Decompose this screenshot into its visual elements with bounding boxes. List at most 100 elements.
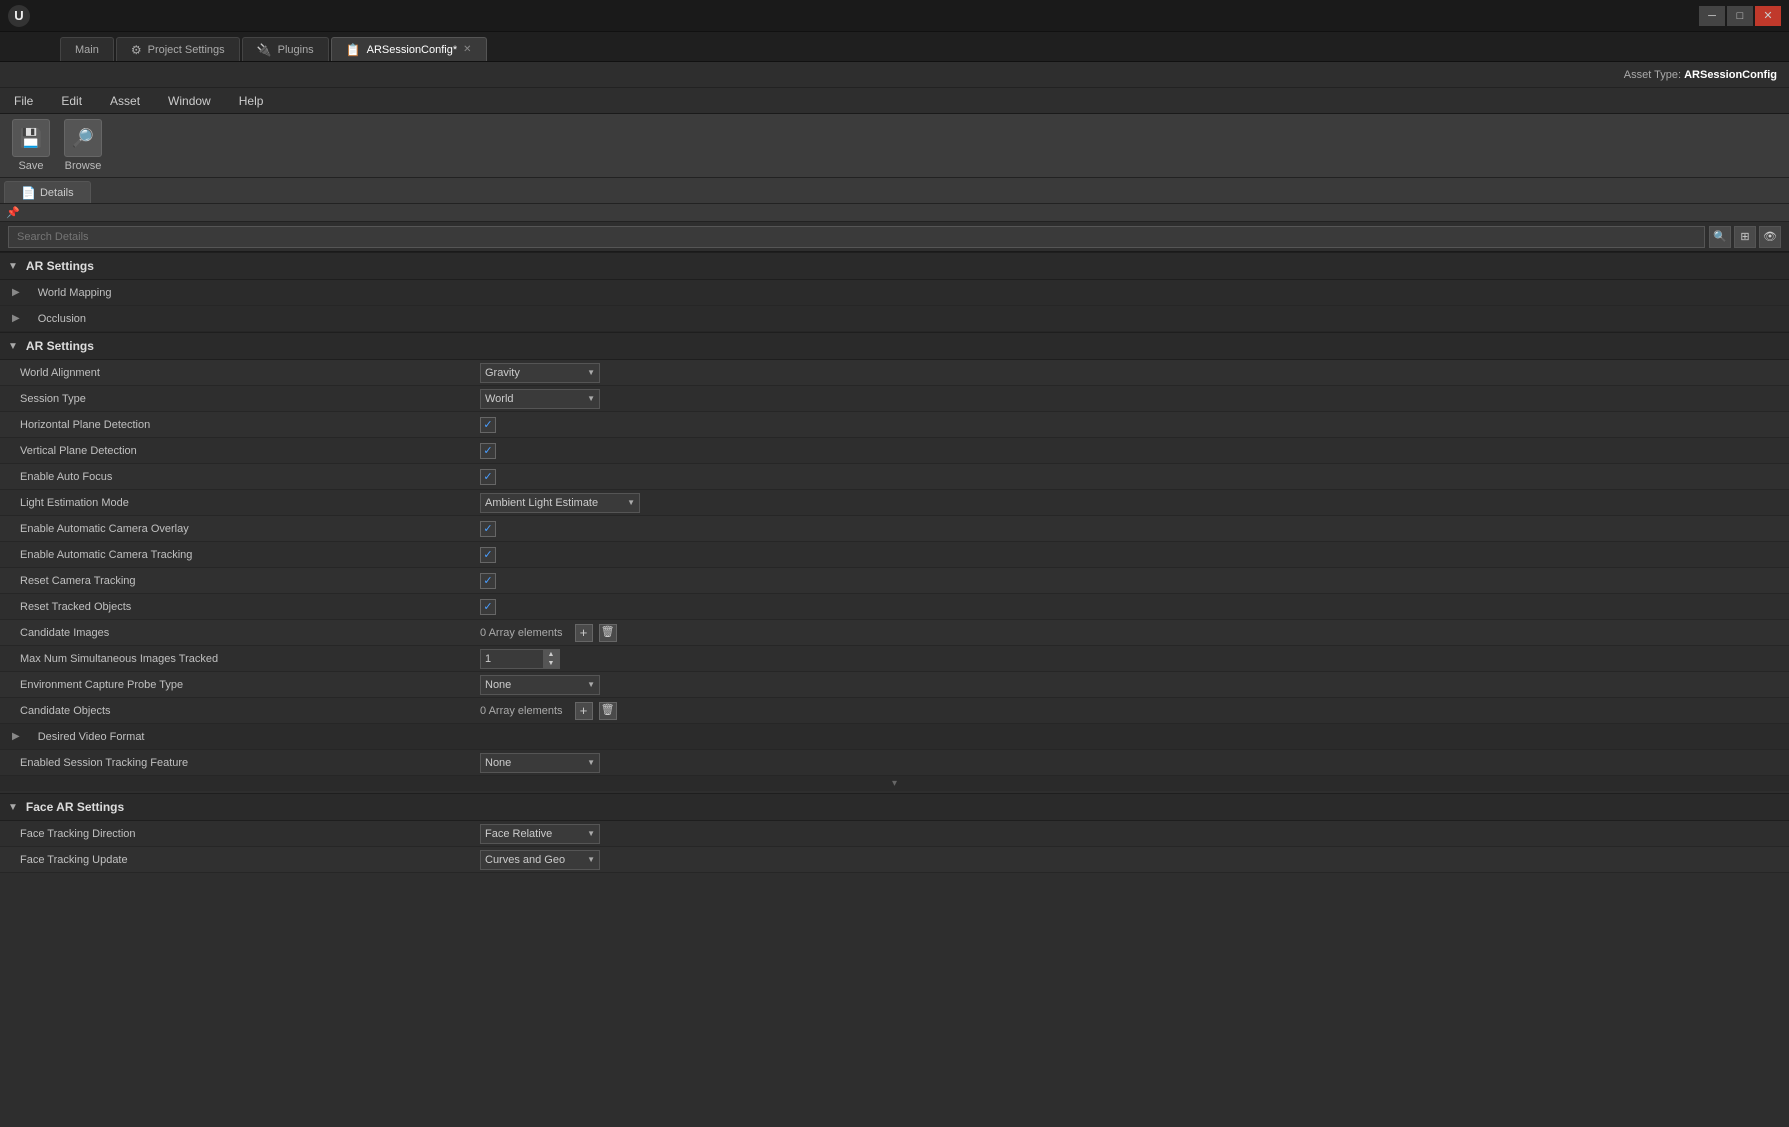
light-estimation-value: Ambient Light Estimate None Full Scene L… — [480, 493, 1789, 513]
ar-settings-1-arrow: ▼ — [8, 261, 18, 272]
menu-file[interactable]: File — [8, 92, 39, 110]
reset-camera-tracking-checkbox[interactable] — [480, 573, 496, 589]
tab-close-button[interactable]: ✕ — [463, 44, 471, 55]
auto-camera-tracking-label: Enable Automatic Camera Tracking — [0, 549, 480, 561]
face-tracking-update-row: Face Tracking Update Curves and Geo Curv… — [0, 847, 1789, 873]
max-num-images-value: ▲ ▼ — [480, 649, 1789, 669]
session-type-dropdown-wrapper: World Face Image — [480, 389, 600, 409]
menu-asset[interactable]: Asset — [104, 92, 146, 110]
session-type-label: Session Type — [0, 393, 480, 405]
vertical-plane-checkbox[interactable] — [480, 443, 496, 459]
auto-camera-tracking-value — [480, 547, 1789, 563]
auto-camera-overlay-checkbox[interactable] — [480, 521, 496, 537]
search-icon-button[interactable]: 🔍 — [1709, 226, 1731, 248]
candidate-objects-add-button[interactable]: + — [575, 702, 593, 720]
tab-main[interactable]: Main — [60, 37, 114, 61]
browse-label: Browse — [65, 160, 102, 172]
tab-ar-session[interactable]: 📋 ARSessionConfig* ✕ — [331, 37, 487, 61]
light-estimation-dropdown-wrapper: Ambient Light Estimate None Full Scene L… — [480, 493, 640, 513]
max-num-images-wrapper: ▲ ▼ — [480, 649, 560, 669]
candidate-objects-remove-button[interactable]: 🗑 — [599, 702, 617, 720]
grid-view-button[interactable]: ⊞ — [1734, 226, 1756, 248]
session-tracking-feature-label: Enabled Session Tracking Feature — [0, 757, 480, 769]
close-button[interactable]: ✕ — [1755, 6, 1781, 26]
ar-settings-section-2-header[interactable]: ▼ AR Settings — [0, 332, 1789, 360]
menu-window[interactable]: Window — [162, 92, 217, 110]
maximize-button[interactable]: □ — [1727, 6, 1753, 26]
light-estimation-row: Light Estimation Mode Ambient Light Esti… — [0, 490, 1789, 516]
save-button[interactable]: 💾 Save — [12, 119, 50, 172]
env-probe-select[interactable]: None Manual Automatic — [480, 675, 600, 695]
pin-row: 📌 — [0, 204, 1789, 222]
candidate-images-count: 0 Array elements — [480, 627, 563, 639]
num-spin: ▲ ▼ — [543, 650, 559, 668]
enable-auto-focus-checkbox[interactable] — [480, 469, 496, 485]
auto-camera-overlay-value — [480, 521, 1789, 537]
desired-video-format-row[interactable]: ▶ Desired Video Format — [0, 724, 1789, 750]
face-ar-settings-header[interactable]: ▼ Face AR Settings — [0, 793, 1789, 821]
horizontal-plane-checkbox[interactable] — [480, 417, 496, 433]
num-spin-up[interactable]: ▲ — [543, 650, 559, 659]
face-tracking-direction-select[interactable]: Face Relative World Relative — [480, 824, 600, 844]
session-type-row: Session Type World Face Image — [0, 386, 1789, 412]
settings-icon: ⚙ — [131, 43, 142, 57]
face-tracking-update-dropdown-wrapper: Curves and Geo Curves Only Geo Only — [480, 850, 600, 870]
tab-project-settings-label: Project Settings — [148, 44, 225, 56]
world-alignment-value: Gravity Gravity Rotated To Heading Camer… — [480, 363, 1789, 383]
ar-settings-section-1-header[interactable]: ▼ AR Settings — [0, 252, 1789, 280]
session-tracking-select[interactable]: None Pose Provider Scene Understanding — [480, 753, 600, 773]
face-ar-settings-title: Face AR Settings — [26, 800, 124, 814]
auto-camera-tracking-checkbox[interactable] — [480, 547, 496, 563]
session-tracking-dropdown-wrapper: None Pose Provider Scene Understanding — [480, 753, 600, 773]
world-mapping-arrow: ▶ — [0, 287, 20, 298]
vertical-plane-label: Vertical Plane Detection — [0, 445, 480, 457]
asset-type-label: Asset Type: — [1624, 69, 1681, 81]
desired-video-format-label: Desired Video Format — [26, 731, 145, 743]
desired-video-format-arrow: ▶ — [0, 731, 20, 742]
menu-help[interactable]: Help — [233, 92, 270, 110]
candidate-images-remove-button[interactable]: 🗑 — [599, 624, 617, 642]
vertical-plane-value — [480, 443, 1789, 459]
face-tracking-update-select[interactable]: Curves and Geo Curves Only Geo Only — [480, 850, 600, 870]
menu-bar: File Edit Asset Window Help — [0, 88, 1789, 114]
enable-auto-focus-value — [480, 469, 1789, 485]
world-mapping-label: World Mapping — [26, 287, 112, 299]
num-spin-down[interactable]: ▼ — [543, 659, 559, 668]
search-input[interactable] — [8, 226, 1705, 248]
session-type-value: World Face Image — [480, 389, 1789, 409]
reset-tracked-objects-row: Reset Tracked Objects — [0, 594, 1789, 620]
occlusion-label: Occlusion — [26, 313, 86, 325]
world-alignment-row: World Alignment Gravity Gravity Rotated … — [0, 360, 1789, 386]
occlusion-row[interactable]: ▶ Occlusion — [0, 306, 1789, 332]
candidate-objects-row: Candidate Objects 0 Array elements + 🗑 — [0, 698, 1789, 724]
occlusion-arrow: ▶ — [0, 313, 20, 324]
search-buttons: 🔍 ⊞ 👁 — [1709, 226, 1781, 248]
light-estimation-select[interactable]: Ambient Light Estimate None Full Scene L… — [480, 493, 640, 513]
face-tracking-direction-dropdown-wrapper: Face Relative World Relative — [480, 824, 600, 844]
enable-auto-focus-row: Enable Auto Focus — [0, 464, 1789, 490]
content-area: ▼ AR Settings ▶ World Mapping ▶ Occlusio… — [0, 252, 1789, 1127]
ue-logo: U — [8, 5, 30, 27]
env-probe-dropdown-wrapper: None Manual Automatic — [480, 675, 600, 695]
horizontal-plane-row: Horizontal Plane Detection — [0, 412, 1789, 438]
details-tab-label: Details — [40, 187, 74, 199]
reset-tracked-objects-label: Reset Tracked Objects — [0, 601, 480, 613]
tab-plugins[interactable]: 🔌 Plugins — [242, 37, 329, 61]
details-tabs: 📄 Details — [0, 178, 1789, 204]
browse-icon: 🔎 — [64, 119, 102, 157]
minimize-button[interactable]: ─ — [1699, 6, 1725, 26]
menu-edit[interactable]: Edit — [55, 92, 88, 110]
session-type-select[interactable]: World Face Image — [480, 389, 600, 409]
world-alignment-select[interactable]: Gravity Gravity Rotated To Heading Camer… — [480, 363, 600, 383]
asset-type-bar: Asset Type: ARSessionConfig — [0, 62, 1789, 88]
world-alignment-dropdown-wrapper: Gravity Gravity Rotated To Heading Camer… — [480, 363, 600, 383]
ar-session-icon: 📋 — [346, 43, 361, 57]
eye-button[interactable]: 👁 — [1759, 226, 1781, 248]
toolbar: 💾 Save 🔎 Browse — [0, 114, 1789, 178]
tab-project-settings[interactable]: ⚙ Project Settings — [116, 37, 240, 61]
world-mapping-row[interactable]: ▶ World Mapping — [0, 280, 1789, 306]
candidate-images-add-button[interactable]: + — [575, 624, 593, 642]
browse-button[interactable]: 🔎 Browse — [64, 119, 102, 172]
reset-tracked-objects-checkbox[interactable] — [480, 599, 496, 615]
details-tab[interactable]: 📄 Details — [4, 181, 91, 203]
